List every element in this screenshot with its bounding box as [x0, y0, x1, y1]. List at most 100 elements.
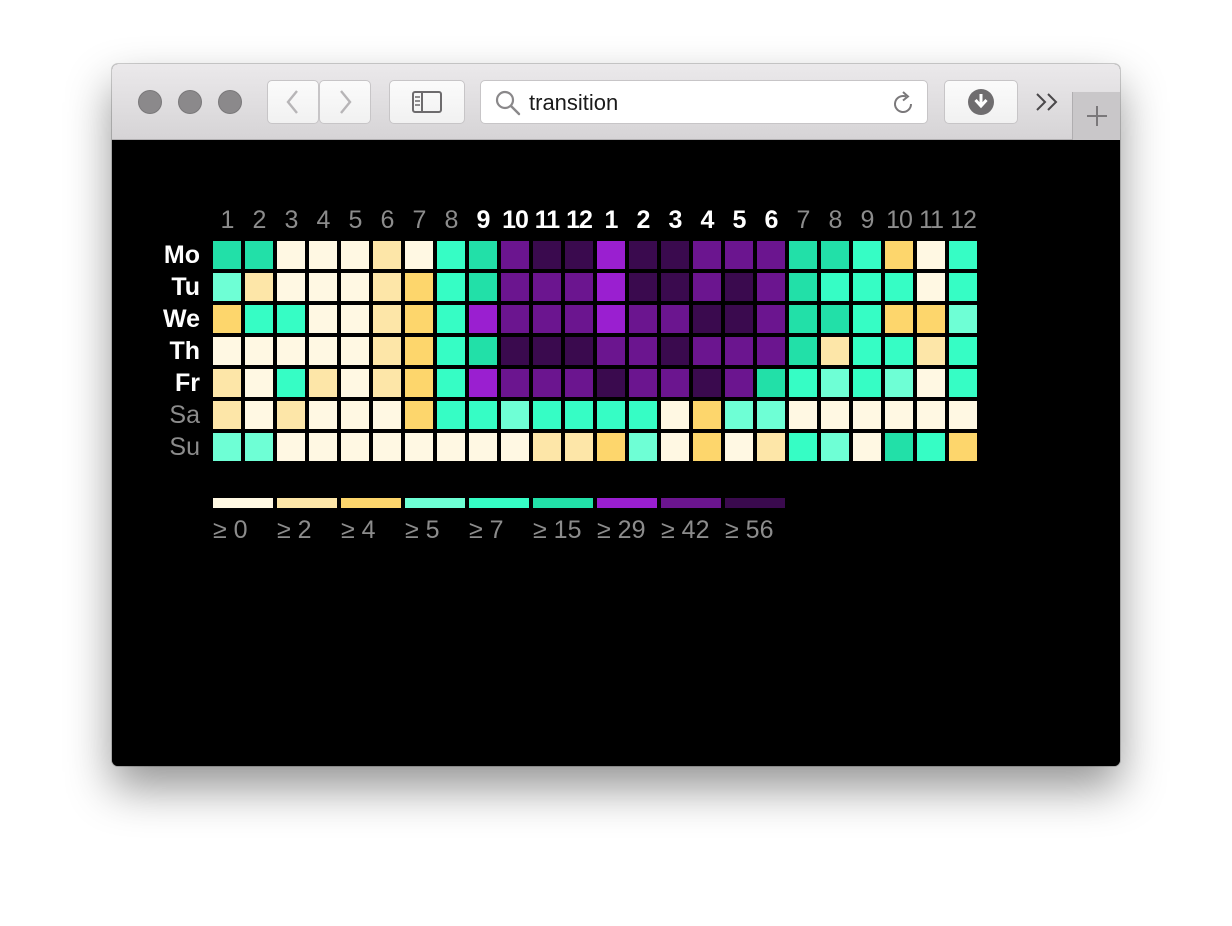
x-tick-label: 2: [253, 206, 266, 234]
heatmap-cell: [565, 241, 593, 269]
browser-window: transition 1 2 3 4 5 6 7 8 9 10 11 12 1 2 3 4 5 6 7 8 9 10 11 1…: [112, 64, 1120, 766]
heatmap-cell: [501, 401, 529, 429]
heatmap-cell: [469, 369, 497, 397]
heatmap-cell: [469, 273, 497, 301]
heatmap-cell: [661, 433, 689, 461]
heatmap-cell: [853, 241, 881, 269]
overflow-chevrons-icon[interactable]: [1034, 90, 1062, 114]
heatmap-cell: [949, 337, 977, 365]
heatmap-cell: [341, 305, 369, 333]
heatmap-cell: [309, 433, 337, 461]
heatmap-cell: [501, 241, 529, 269]
heatmap-cell: [245, 273, 273, 301]
back-button[interactable]: [267, 80, 319, 124]
legend-swatch: [661, 498, 721, 508]
address-bar[interactable]: transition: [480, 80, 928, 124]
heatmap-cell: [565, 369, 593, 397]
heatmap-cell: [789, 337, 817, 365]
heatmap-cell: [309, 369, 337, 397]
downloads-button[interactable]: [944, 80, 1018, 124]
heatmap-cell: [693, 433, 721, 461]
heatmap-cell: [245, 305, 273, 333]
sidebar-toggle-button[interactable]: [389, 80, 465, 124]
x-tick-label: 4: [701, 206, 715, 234]
heatmap-cell: [373, 305, 401, 333]
new-tab-button[interactable]: [1072, 92, 1120, 140]
reload-icon[interactable]: [889, 90, 917, 118]
heatmap-cell: [277, 433, 305, 461]
heatmap-cell: [213, 369, 241, 397]
x-tick-label: 1: [605, 206, 619, 234]
heatmap-cell: [949, 401, 977, 429]
heatmap-cell: [757, 401, 785, 429]
legend-swatch: [725, 498, 785, 508]
heatmap-cell: [309, 305, 337, 333]
heatmap-cell: [405, 305, 433, 333]
heatmap-cell: [885, 241, 913, 269]
heatmap-cell: [341, 273, 369, 301]
y-tick-label: We: [163, 305, 200, 333]
heatmap-cell: [373, 273, 401, 301]
heatmap-cell: [533, 337, 561, 365]
heatmap-cell: [853, 337, 881, 365]
heatmap-cell: [693, 273, 721, 301]
heatmap-cell: [341, 369, 369, 397]
x-tick-label: 5: [733, 206, 747, 234]
legend-label: ≥ 5: [405, 516, 440, 544]
heatmap-cell: [821, 433, 849, 461]
heatmap-cell: [725, 337, 753, 365]
y-tick-label: Su: [169, 433, 200, 461]
legend-label: ≥ 42: [661, 516, 709, 544]
x-tick-label: 2: [637, 206, 650, 234]
heatmap-cell: [757, 433, 785, 461]
heatmap-cell: [693, 337, 721, 365]
legend-label: ≥ 15: [533, 516, 581, 544]
heatmap-cell: [693, 401, 721, 429]
heatmap-cell: [277, 241, 305, 269]
heatmap-cell: [277, 401, 305, 429]
heatmap-cell: [757, 273, 785, 301]
heatmap-cell: [789, 369, 817, 397]
heatmap-cell: [437, 273, 465, 301]
heatmap-cell: [917, 241, 945, 269]
heatmap-cell: [277, 369, 305, 397]
minimize-window-button[interactable]: [178, 90, 202, 114]
heatmap-cell: [469, 337, 497, 365]
address-text[interactable]: transition: [529, 91, 618, 115]
heatmap-cell: [533, 241, 561, 269]
heatmap-cell: [885, 273, 913, 301]
heatmap-cell: [309, 401, 337, 429]
close-window-button[interactable]: [138, 90, 162, 114]
heatmap-cell: [469, 433, 497, 461]
legend-label: ≥ 29: [597, 516, 645, 544]
heatmap-cell: [405, 401, 433, 429]
heatmap-cell: [789, 401, 817, 429]
heatmap-cell: [309, 273, 337, 301]
heatmap-cell: [213, 241, 241, 269]
y-tick-label: Fr: [175, 369, 200, 397]
heatmap-cell: [757, 369, 785, 397]
heatmap-cell: [597, 433, 625, 461]
heatmap-cell: [373, 401, 401, 429]
heatmap-cell: [341, 401, 369, 429]
heatmap-cell: [629, 369, 657, 397]
heatmap-cell: [597, 369, 625, 397]
zoom-window-button[interactable]: [218, 90, 242, 114]
page-content: 1 2 3 4 5 6 7 8 9 10 11 12 1 2 3 4 5 6 7 8 9 10 11 12 Mo Tu We Th Fr…: [112, 140, 1120, 766]
x-tick-label: 3: [669, 206, 682, 234]
heatmap-chart: 1 2 3 4 5 6 7 8 9 10 11 12 1 2 3 4 5 6 7 8 9 10 11 12MoTuWeThFr…: [163, 206, 977, 544]
x-tick-label: 8: [445, 206, 458, 234]
heatmap-cell: [821, 337, 849, 365]
search-icon: [495, 90, 521, 116]
heatmap-cell: [949, 305, 977, 333]
heatmap-cell: [853, 369, 881, 397]
x-tick-label: 1: [221, 206, 234, 234]
forward-button[interactable]: [319, 80, 371, 124]
heatmap-cell: [629, 305, 657, 333]
x-tick-label: 10: [502, 206, 528, 234]
heatmap-cell: [725, 401, 753, 429]
x-tick-label: 9: [861, 206, 874, 234]
heatmap-cell: [789, 305, 817, 333]
heatmap-cell: [437, 369, 465, 397]
heatmap-cell: [725, 305, 753, 333]
